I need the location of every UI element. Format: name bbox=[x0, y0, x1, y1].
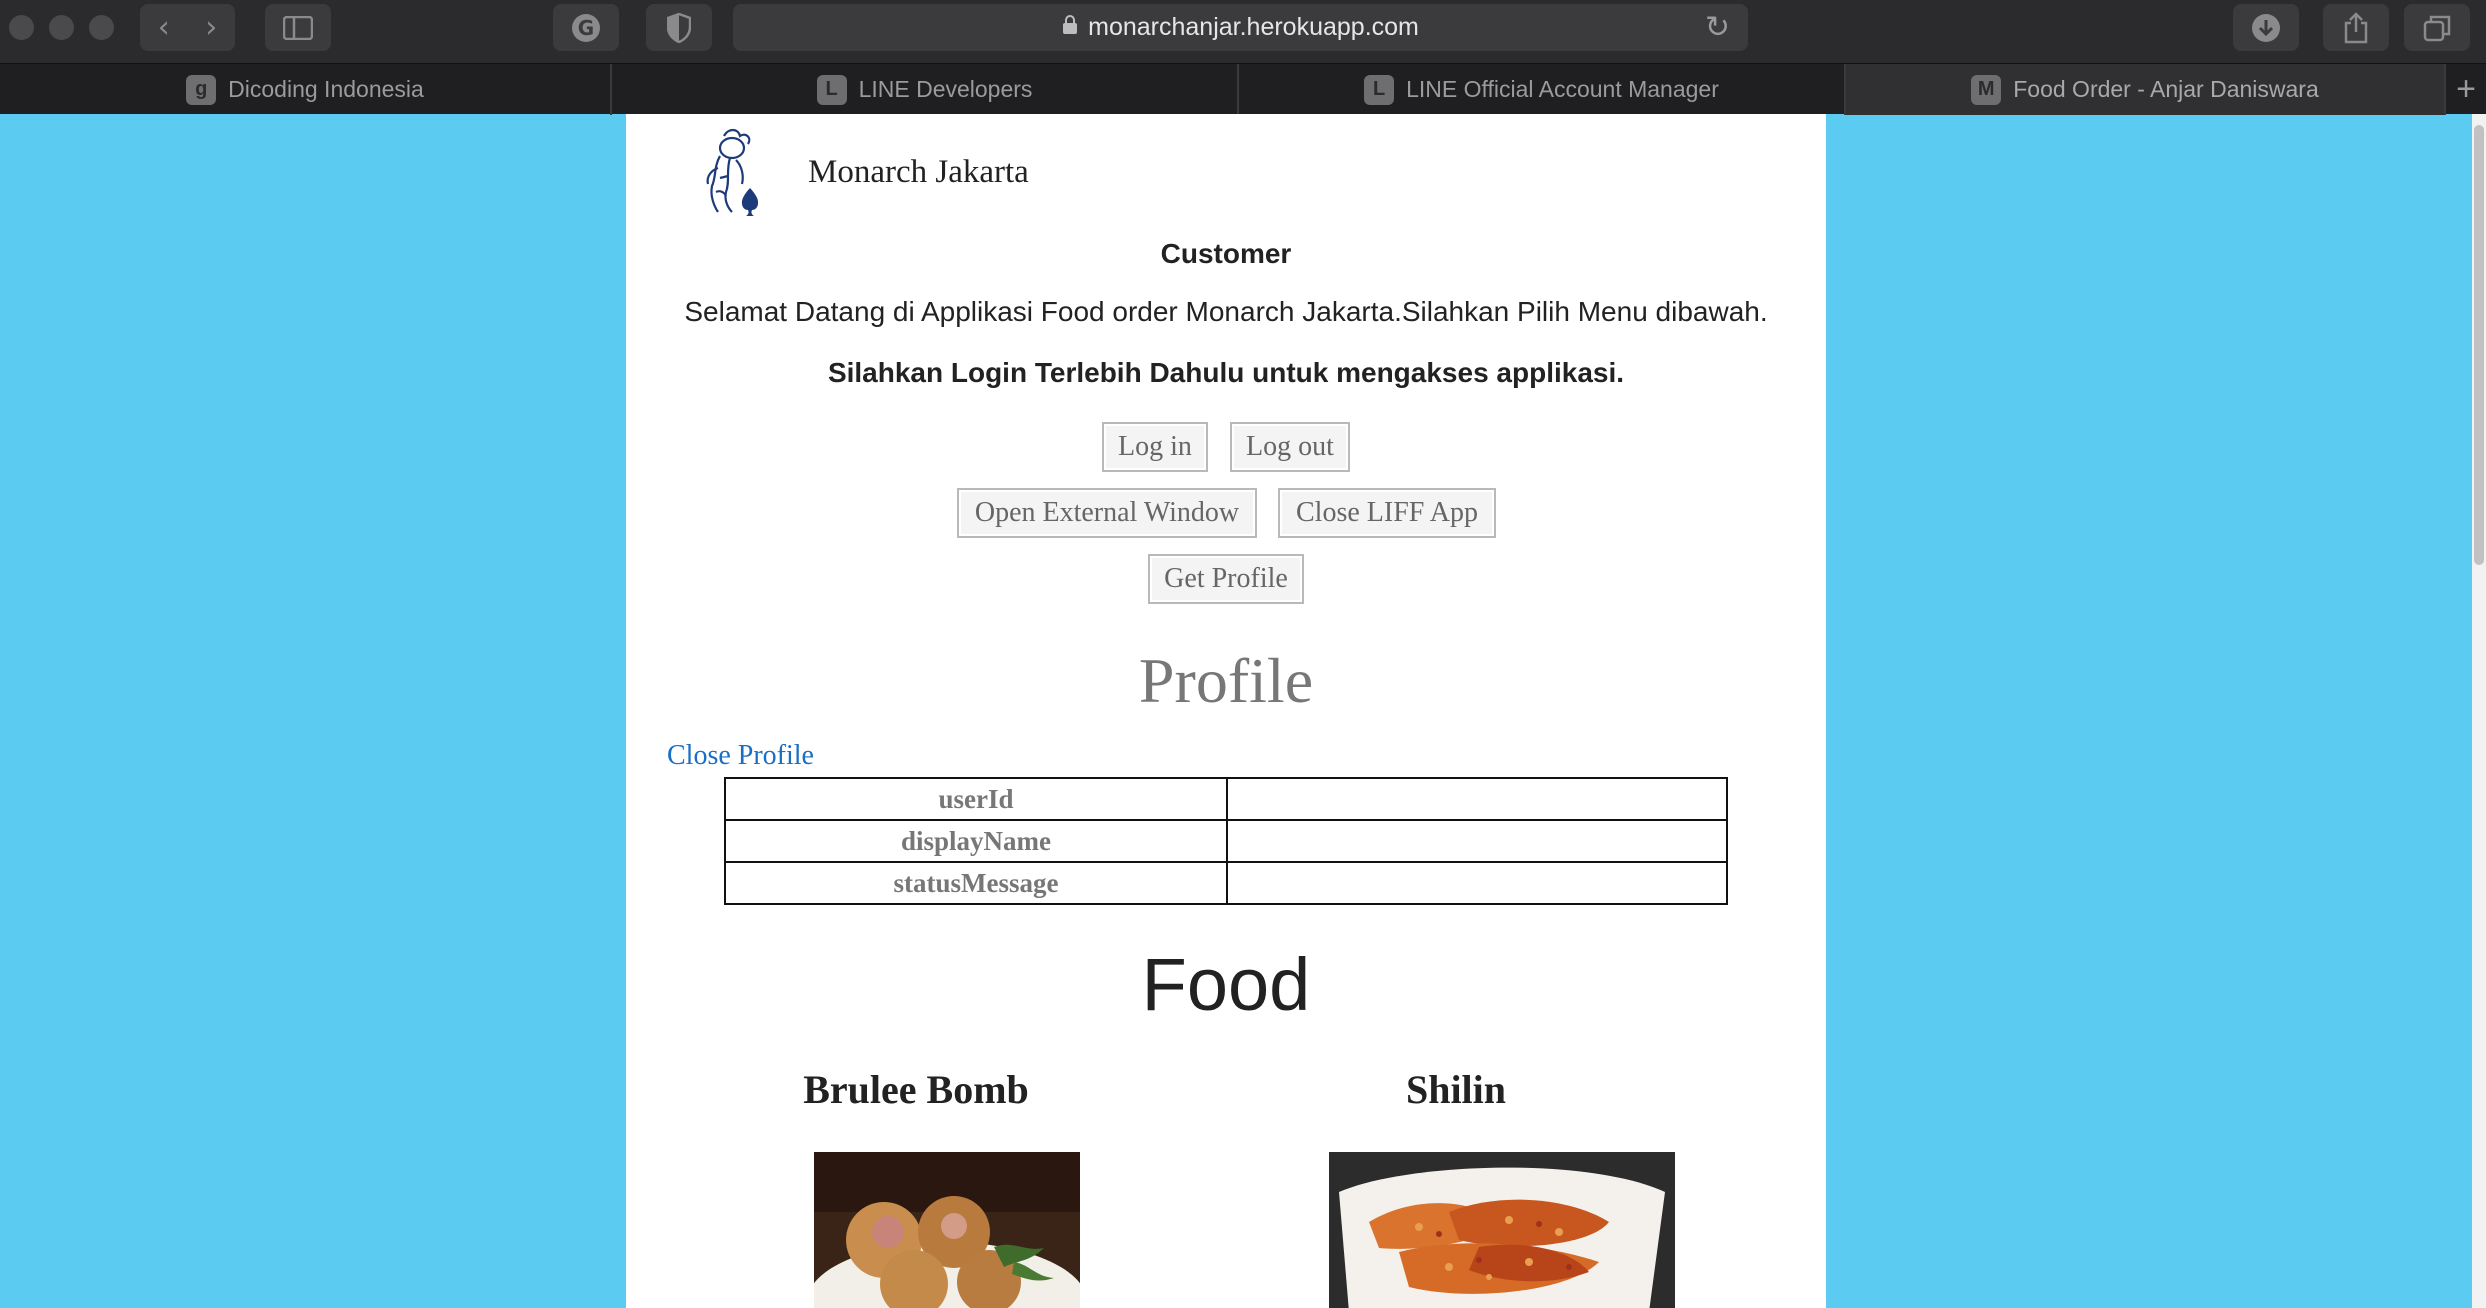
chevron-left-icon[interactable]: ‹ bbox=[158, 10, 170, 45]
url-text: monarchanjar.herokuapp.com bbox=[1088, 13, 1419, 41]
lock-icon bbox=[1062, 15, 1078, 40]
tab-favicon-icon: L bbox=[1364, 74, 1395, 105]
welcome-text: Selamat Datang di Applikasi Food order M… bbox=[684, 296, 1768, 327]
tab-label: LINE Developers bbox=[858, 76, 1033, 102]
page-heading: Customer bbox=[1160, 238, 1292, 269]
table-row: userId bbox=[724, 777, 1728, 821]
sidebar-icon bbox=[283, 15, 313, 40]
plus-icon[interactable]: + bbox=[2446, 64, 2486, 115]
scrollbar-thumb[interactable] bbox=[2474, 125, 2484, 565]
profile-value bbox=[1226, 777, 1728, 821]
dish-name-shilin: Shilin bbox=[1405, 1067, 1507, 1112]
grammarly-button[interactable]: G bbox=[553, 4, 619, 51]
reload-icon[interactable]: ↻ bbox=[1705, 10, 1730, 45]
tab-favicon-icon: g bbox=[186, 74, 217, 105]
tab-line-developers[interactable]: L LINE Developers bbox=[612, 64, 1239, 115]
tab-label: LINE Official Account Manager bbox=[1406, 76, 1719, 102]
tab-favicon-icon: L bbox=[816, 74, 847, 105]
page-content: Monarch Jakarta Customer Selamat Datang … bbox=[626, 114, 1826, 1308]
profile-key: displayName bbox=[724, 819, 1228, 863]
table-row: statusMessage bbox=[724, 861, 1728, 905]
profile-title: Profile bbox=[1138, 645, 1314, 716]
tab-dicoding[interactable]: g Dicoding Indonesia bbox=[0, 64, 612, 115]
profile-key: userId bbox=[724, 777, 1228, 821]
tab-line-official-account[interactable]: L LINE Official Account Manager bbox=[1239, 64, 1846, 115]
login-note: Silahkan Login Terlebih Dahulu untuk men… bbox=[827, 357, 1625, 388]
share-icon bbox=[2344, 11, 2368, 43]
svg-text:G: G bbox=[578, 16, 594, 40]
tab-label: Dicoding Indonesia bbox=[228, 76, 424, 102]
get-profile-button[interactable]: Get Profile bbox=[1148, 554, 1304, 604]
food-title: Food bbox=[1141, 943, 1311, 1026]
tab-food-order[interactable]: M Food Order - Anjar Daniswara bbox=[1846, 64, 2446, 115]
close-profile-link[interactable]: Close Profile bbox=[667, 740, 814, 772]
monarch-logo-icon bbox=[706, 128, 759, 216]
profile-value bbox=[1226, 861, 1728, 905]
tab-bar: g Dicoding Indonesia L LINE Developers L… bbox=[0, 63, 2486, 115]
chevron-right-icon[interactable]: › bbox=[205, 10, 217, 45]
tab-overview-button[interactable] bbox=[2404, 4, 2470, 51]
browser-toolbar: ‹ › G monarchanjar.herokuapp.com ↻ bbox=[0, 0, 2486, 63]
brand: Monarch Jakarta bbox=[696, 126, 1029, 218]
close-liff-app-button[interactable]: Close LIFF App bbox=[1278, 488, 1496, 538]
downloads-button[interactable] bbox=[2233, 4, 2299, 51]
brand-name: Monarch Jakarta bbox=[808, 153, 1029, 190]
minimize-window-button[interactable] bbox=[49, 15, 74, 40]
profile-value bbox=[1226, 819, 1728, 863]
address-bar[interactable]: monarchanjar.herokuapp.com ↻ bbox=[733, 4, 1748, 51]
shield-icon bbox=[667, 12, 691, 43]
tab-favicon-icon: M bbox=[1971, 74, 2002, 105]
share-button[interactable] bbox=[2323, 4, 2389, 51]
dish-name-brulee-bomb: Brulee Bomb bbox=[803, 1067, 1029, 1112]
shilin-image[interactable] bbox=[1329, 1152, 1675, 1308]
tab-label: Food Order - Anjar Daniswara bbox=[2013, 76, 2319, 102]
grammarly-icon: G bbox=[572, 13, 600, 42]
tabs-overview-icon bbox=[2423, 15, 2451, 41]
logout-button[interactable]: Log out bbox=[1230, 422, 1350, 472]
close-window-button[interactable] bbox=[9, 15, 34, 40]
history-nav: ‹ › bbox=[140, 4, 235, 51]
download-icon bbox=[2252, 13, 2280, 42]
privacy-report-button[interactable] bbox=[646, 4, 712, 51]
open-external-window-button[interactable]: Open External Window bbox=[957, 488, 1257, 538]
table-row: displayName bbox=[724, 819, 1728, 863]
sidebar-button[interactable] bbox=[265, 4, 331, 51]
brulee-bomb-image[interactable] bbox=[814, 1152, 1080, 1308]
zoom-window-button[interactable] bbox=[89, 15, 114, 40]
login-button[interactable]: Log in bbox=[1102, 422, 1208, 472]
profile-key: statusMessage bbox=[724, 861, 1228, 905]
profile-table: userId displayName statusMessage bbox=[724, 777, 1728, 905]
